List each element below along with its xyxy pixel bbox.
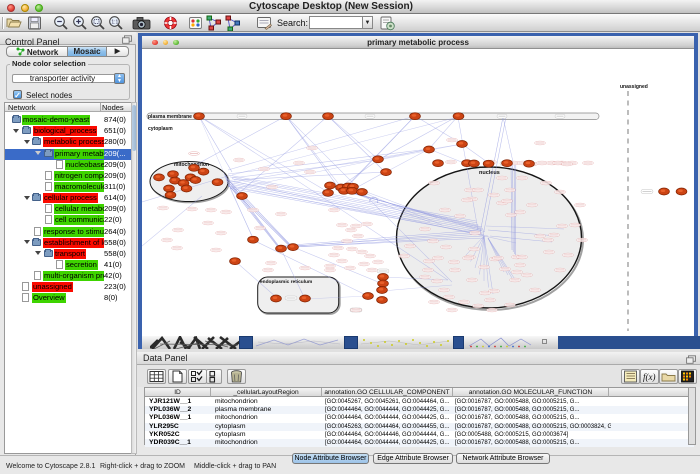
- svg-text:1:1: 1:1: [111, 20, 118, 26]
- svg-text:endoplasmic reticulum: endoplasmic reticulum: [260, 279, 312, 285]
- svg-text:cytoplasm: cytoplasm: [148, 126, 173, 132]
- svg-text:nucleus: nucleus: [479, 170, 500, 176]
- svg-text:f(x): f(x): [643, 372, 656, 382]
- svg-text:plasma membrane: plasma membrane: [148, 114, 192, 120]
- svg-text:unassigned: unassigned: [620, 84, 648, 90]
